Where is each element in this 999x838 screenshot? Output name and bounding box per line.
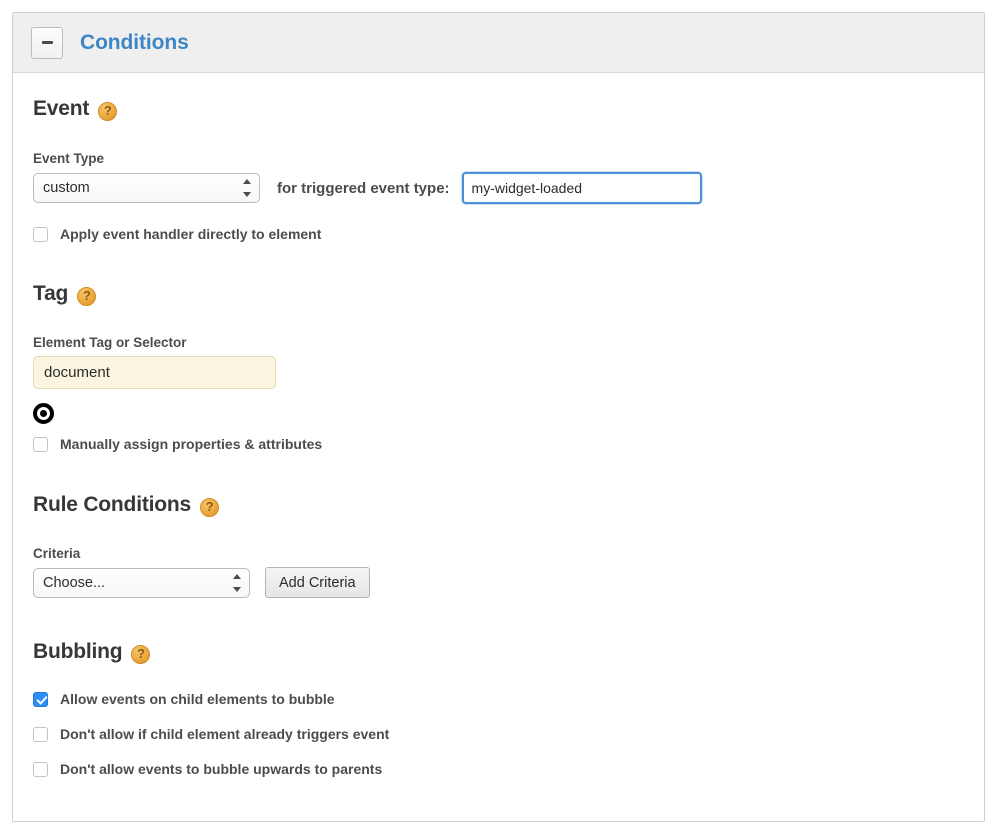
- event-heading-text: Event: [33, 97, 89, 121]
- element-tag-label: Element Tag or Selector: [33, 335, 964, 350]
- panel-header: Conditions: [13, 13, 984, 73]
- help-icon-glyph: ?: [104, 104, 112, 117]
- add-criteria-button[interactable]: Add Criteria: [265, 567, 370, 598]
- criteria-select-wrap: Choose...: [33, 568, 250, 598]
- bubbling-heading-text: Bubbling: [33, 640, 122, 664]
- help-icon-glyph: ?: [206, 500, 214, 513]
- disallow-upward-bubble-checkbox[interactable]: [33, 762, 48, 777]
- bubbling-option-row[interactable]: Allow events on child elements to bubble: [33, 691, 964, 707]
- bubbling-option-row[interactable]: Don't allow events to bubble upwards to …: [33, 761, 964, 777]
- disallow-child-trigger-label[interactable]: Don't allow if child element already tri…: [60, 726, 389, 742]
- event-section-heading: Event ?: [33, 97, 964, 121]
- question-mark-icon[interactable]: ?: [98, 102, 117, 121]
- panel-body: Event ? Event Type custom for triggered …: [13, 73, 984, 787]
- allow-bubble-label[interactable]: Allow events on child elements to bubble: [60, 691, 335, 707]
- rule-conditions-heading-text: Rule Conditions: [33, 493, 191, 517]
- element-tag-row: [33, 356, 964, 389]
- rule-conditions-section-heading: Rule Conditions ?: [33, 493, 964, 517]
- criteria-row: Choose... Add Criteria: [33, 567, 964, 598]
- trigger-event-type-label: for triggered event type:: [277, 180, 450, 197]
- manual-assign-checkbox[interactable]: [33, 437, 48, 452]
- manual-assign-label[interactable]: Manually assign properties & attributes: [60, 436, 322, 452]
- minus-icon: [42, 41, 53, 44]
- event-type-select[interactable]: custom: [33, 173, 260, 203]
- trigger-event-type-input[interactable]: [462, 172, 702, 204]
- target-icon-row: [33, 403, 964, 424]
- tag-section-heading: Tag ?: [33, 282, 964, 306]
- allow-bubble-checkbox[interactable]: [33, 692, 48, 707]
- collapse-toggle-button[interactable]: [31, 27, 63, 59]
- apply-directly-label[interactable]: Apply event handler directly to element: [60, 226, 321, 242]
- target-radio-icon[interactable]: [33, 403, 54, 424]
- question-mark-icon[interactable]: ?: [131, 645, 150, 664]
- apply-directly-checkbox[interactable]: [33, 227, 48, 242]
- criteria-label: Criteria: [33, 546, 964, 561]
- question-mark-icon[interactable]: ?: [200, 498, 219, 517]
- disallow-child-trigger-checkbox[interactable]: [33, 727, 48, 742]
- manual-assign-row[interactable]: Manually assign properties & attributes: [33, 436, 964, 452]
- bubbling-section-heading: Bubbling ?: [33, 640, 964, 664]
- help-icon-glyph: ?: [137, 647, 145, 660]
- event-type-label: Event Type: [33, 151, 964, 166]
- page-root: Conditions Event ? Event Type custom: [0, 0, 999, 838]
- tag-heading-text: Tag: [33, 282, 68, 306]
- question-mark-icon[interactable]: ?: [77, 287, 96, 306]
- conditions-panel: Conditions Event ? Event Type custom: [12, 12, 985, 822]
- help-icon-glyph: ?: [83, 289, 91, 302]
- panel-title: Conditions: [80, 31, 189, 55]
- apply-directly-row[interactable]: Apply event handler directly to element: [33, 226, 964, 242]
- element-tag-input[interactable]: [33, 356, 276, 389]
- disallow-upward-bubble-label[interactable]: Don't allow events to bubble upwards to …: [60, 761, 382, 777]
- event-type-row: custom for triggered event type:: [33, 172, 964, 204]
- bubbling-option-row[interactable]: Don't allow if child element already tri…: [33, 726, 964, 742]
- criteria-select[interactable]: Choose...: [33, 568, 250, 598]
- event-type-select-wrap: custom: [33, 173, 260, 203]
